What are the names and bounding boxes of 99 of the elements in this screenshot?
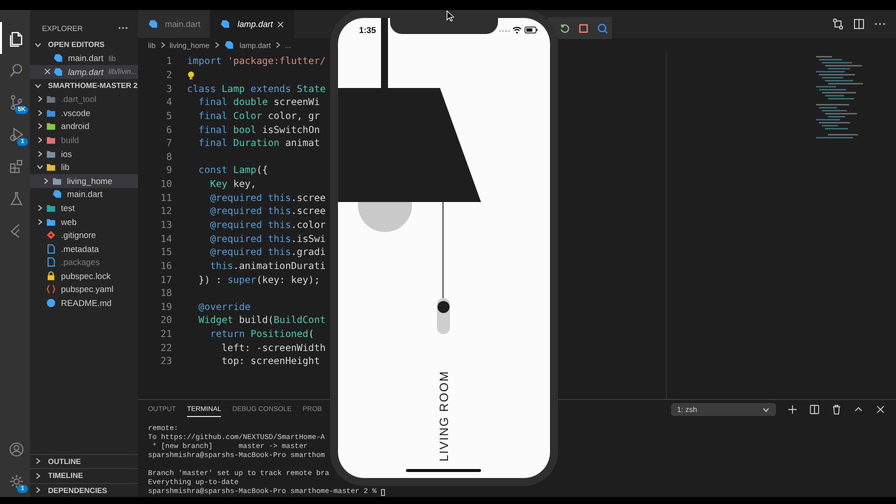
folder-item[interactable]: living_home xyxy=(30,174,138,188)
code-line: @required this.isSwi xyxy=(209,234,326,245)
code-line: this.animationDurati xyxy=(209,260,326,272)
close-icon[interactable] xyxy=(44,68,51,76)
editor-tab[interactable]: lamp.dart xyxy=(210,10,294,38)
line-number: 20 xyxy=(159,315,173,326)
split-editor-icon[interactable] xyxy=(853,18,865,30)
dart-icon xyxy=(53,66,63,77)
search-icon[interactable] xyxy=(8,62,24,78)
code-line: left: -screenWidth xyxy=(220,342,326,354)
dart-icon xyxy=(53,53,63,64)
line-number: 1 xyxy=(165,56,173,68)
line-number: 9 xyxy=(165,165,173,176)
extensions-icon[interactable] xyxy=(8,158,24,174)
line-number: 7 xyxy=(165,138,173,150)
code-line: @override xyxy=(198,302,251,313)
lightbulb-icon[interactable] xyxy=(187,70,195,80)
folder-item[interactable]: android xyxy=(30,120,138,134)
code-line: import 'package:flutter/ xyxy=(187,56,326,68)
pull-cord-drawing[interactable] xyxy=(437,202,450,334)
mouse-pointer-icon xyxy=(446,10,454,22)
line-number: 8 xyxy=(165,152,173,163)
file-item[interactable]: main.dart xyxy=(30,188,138,202)
line-number: 14 xyxy=(159,234,173,245)
restart-icon[interactable] xyxy=(559,22,570,34)
line-number: 5 xyxy=(165,110,173,122)
chevron-icon xyxy=(34,40,42,49)
code-line: const Lamp({ xyxy=(198,165,268,176)
code-line: final double screenWi xyxy=(198,97,320,108)
line-number: 18 xyxy=(159,288,173,300)
code-line: Key key, xyxy=(209,179,256,190)
line-number: 23 xyxy=(159,356,173,368)
stop-icon[interactable] xyxy=(578,22,589,34)
status-time: 1:35 xyxy=(359,25,376,35)
file-item[interactable]: .packages xyxy=(30,256,138,270)
code-line: top: screenHeight xyxy=(220,356,320,368)
line-number: 17 xyxy=(159,274,173,286)
file-item[interactable]: pubspec.lock xyxy=(30,269,138,283)
editor-tab[interactable]: main.dart xyxy=(138,10,210,38)
compare-icon[interactable] xyxy=(832,18,844,30)
plus-icon[interactable] xyxy=(787,404,798,415)
room-title: LIVING ROOM xyxy=(437,370,451,462)
code-line: Widget build(BuildCont xyxy=(198,315,326,326)
line-number: 3 xyxy=(165,84,173,95)
chevron-icon xyxy=(212,41,221,49)
dart-icon xyxy=(148,19,158,29)
files-icon[interactable] xyxy=(8,30,24,46)
line-number: 10 xyxy=(159,179,173,190)
folder-item[interactable]: .vscode xyxy=(30,106,138,120)
file-item[interactable]: pubspec.yaml xyxy=(30,282,138,296)
chevron-icon xyxy=(158,41,167,49)
file-item[interactable]: .gitignore xyxy=(30,228,138,242)
account-icon[interactable] xyxy=(8,440,24,458)
lamp-rod xyxy=(381,18,388,88)
code-line: @required this.gradi xyxy=(209,247,326,258)
line-number: 13 xyxy=(159,220,173,231)
cursor-icon xyxy=(380,489,385,496)
folder-item[interactable]: lib xyxy=(30,160,138,174)
code-line: return Positioned( xyxy=(209,329,314,340)
code-line: @required this.scree xyxy=(209,206,326,218)
chevron-icon xyxy=(274,41,282,49)
code-line: }) : super(key: key); xyxy=(198,274,320,286)
file-item[interactable]: .metadata xyxy=(30,242,138,256)
code-line: final Duration animat xyxy=(198,138,320,150)
chevron-down-icon xyxy=(762,406,770,414)
inspect-icon[interactable] xyxy=(597,22,608,34)
code-line: class Lamp extends State xyxy=(187,84,326,95)
folder-item[interactable]: test xyxy=(30,201,138,215)
more-icon[interactable] xyxy=(118,26,128,30)
status-icons xyxy=(498,26,540,34)
line-number: 15 xyxy=(159,247,173,258)
line-number: 2 xyxy=(165,70,173,81)
line-number: 11 xyxy=(159,192,173,204)
line-number: 19 xyxy=(159,302,173,313)
trash-icon[interactable] xyxy=(831,404,842,415)
folder-item[interactable]: ios xyxy=(30,146,138,160)
close-icon[interactable] xyxy=(276,20,284,28)
run-debug-icon[interactable] xyxy=(8,126,24,142)
file-item[interactable]: README.md xyxy=(30,296,138,310)
settings-icon[interactable] xyxy=(8,472,24,490)
line-number: 6 xyxy=(165,124,173,136)
code-line: final bool isSwitchOn xyxy=(198,124,320,136)
folder-item[interactable]: .dart_tool xyxy=(30,92,138,106)
flask-icon[interactable] xyxy=(8,190,24,206)
line-number: 22 xyxy=(159,342,173,354)
dart-icon xyxy=(224,40,234,50)
dart-icon xyxy=(220,19,230,29)
line-number: 21 xyxy=(159,329,173,340)
line-number: 12 xyxy=(159,206,173,218)
folder-item[interactable]: web xyxy=(30,214,138,228)
chevron-icon xyxy=(34,82,42,90)
code-line: final Color color, gr xyxy=(198,110,320,122)
line-number: 4 xyxy=(165,97,173,108)
split-terminal-icon[interactable] xyxy=(809,404,820,415)
code-line: @required this.color xyxy=(209,220,326,231)
close-icon[interactable] xyxy=(875,404,886,415)
line-number: 16 xyxy=(159,260,173,272)
code-line: @required this.scree xyxy=(209,192,326,204)
folder-item[interactable]: build xyxy=(30,133,138,147)
